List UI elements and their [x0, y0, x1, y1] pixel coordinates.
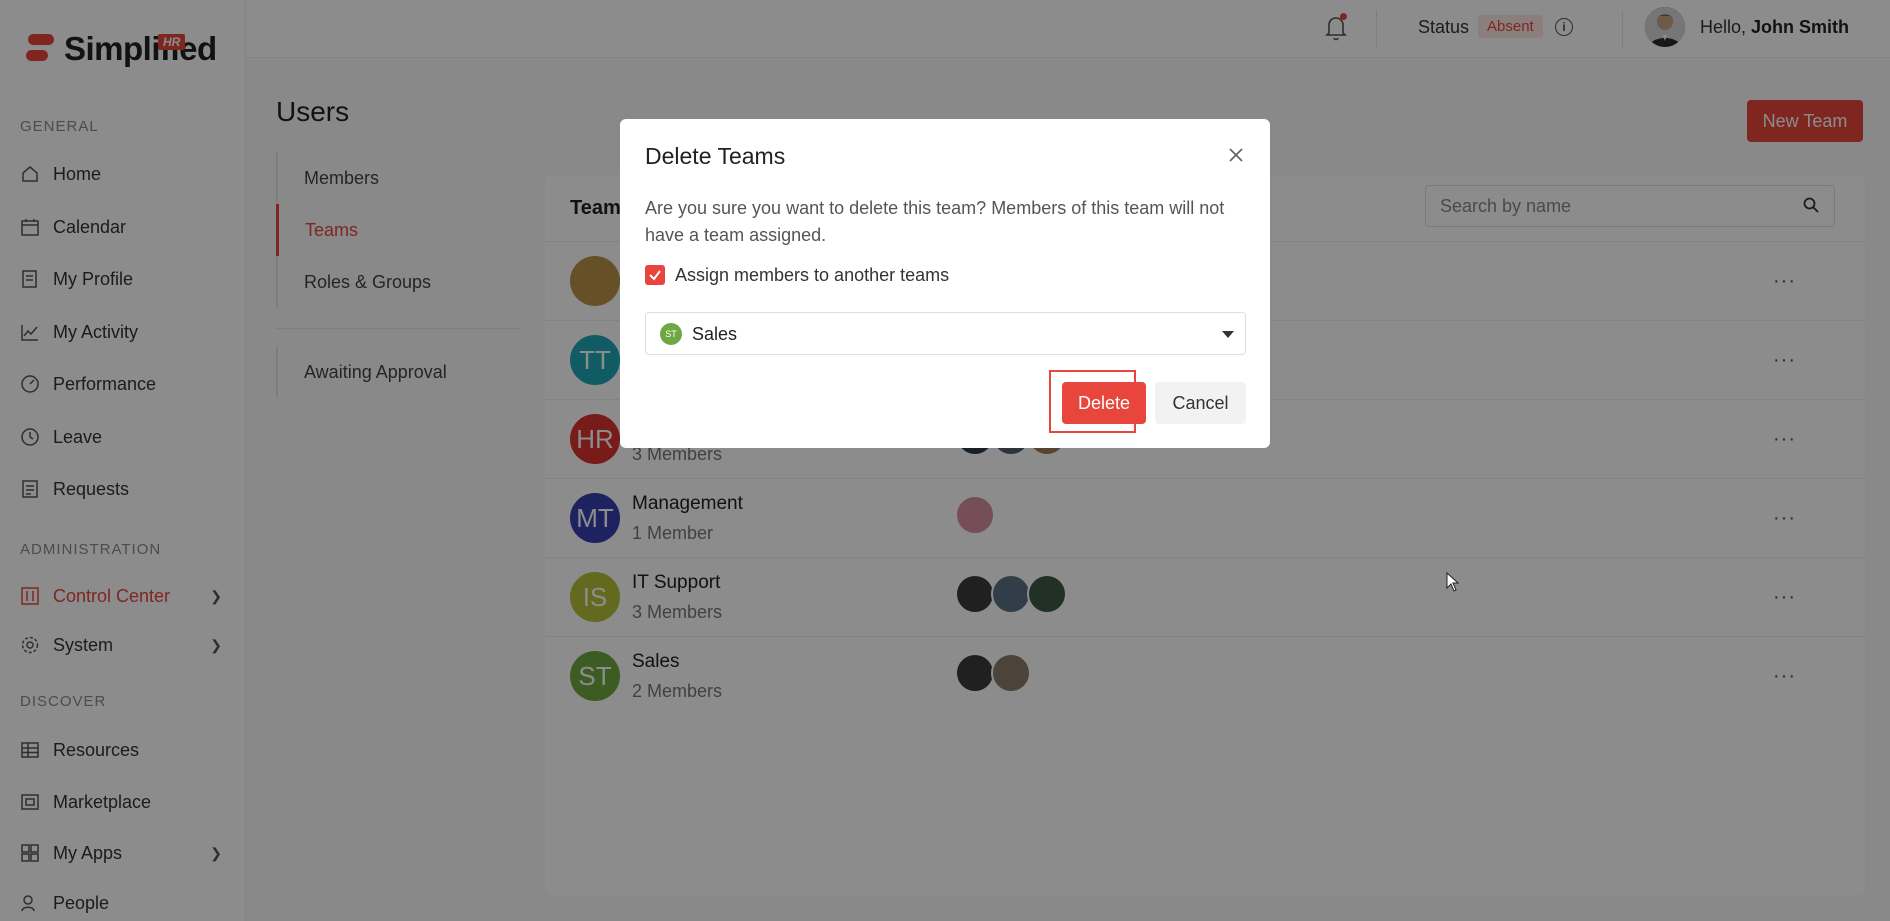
close-icon[interactable] — [1226, 145, 1246, 165]
delete-teams-dialog: Delete Teams Are you sure you want to de… — [620, 119, 1270, 448]
team-select[interactable]: ST Sales — [645, 312, 1246, 355]
checkbox-label[interactable]: Assign members to another teams — [675, 265, 949, 286]
assign-members-checkbox[interactable] — [645, 265, 665, 285]
delete-button[interactable]: Delete — [1062, 382, 1146, 424]
dialog-message: Are you sure you want to delete this tea… — [645, 198, 1225, 245]
cancel-button[interactable]: Cancel — [1155, 382, 1246, 424]
select-value: Sales — [692, 324, 738, 344]
cursor-icon — [1446, 572, 1460, 592]
team-badge: ST — [660, 323, 682, 345]
checkmark-icon — [649, 270, 661, 281]
dialog-title: Delete Teams — [645, 143, 786, 169]
chevron-down-icon — [1222, 331, 1234, 338]
